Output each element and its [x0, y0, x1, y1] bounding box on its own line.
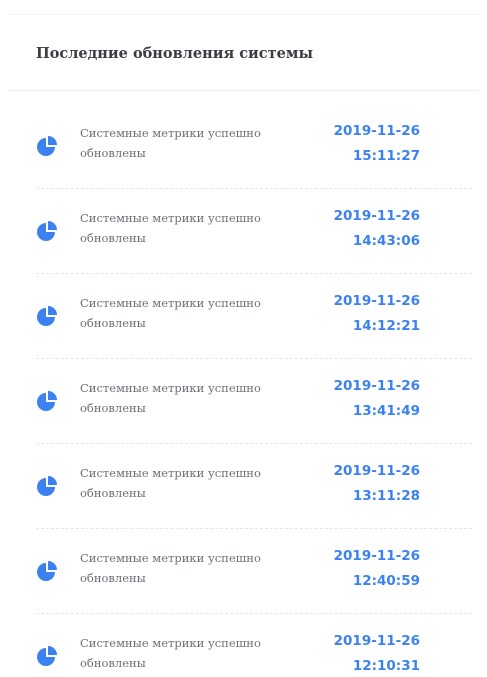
system-updates-card: Последние обновления системы Системные м… — [0, 0, 487, 677]
pie-chart-icon — [36, 444, 70, 497]
update-date: 2019-11-26 — [333, 123, 420, 139]
update-timestamp: 2019-11-26 13:11:28 — [290, 444, 420, 509]
updates-list: Системные метрики успешно обновлены 2019… — [36, 104, 472, 677]
update-time: 15:11:27 — [352, 148, 420, 164]
list-item: Системные метрики успешно обновлены 2019… — [36, 274, 472, 359]
update-timestamp: 2019-11-26 13:41:49 — [290, 359, 420, 424]
update-message: Системные метрики успешно обновлены — [80, 381, 261, 415]
update-message: Системные метрики успешно обновлены — [80, 551, 261, 585]
list-item: Системные метрики успешно обновлены 2019… — [36, 104, 472, 189]
card-header: Последние обновления системы — [36, 38, 313, 68]
update-time: 12:10:31 — [352, 658, 420, 674]
header-divider — [8, 90, 479, 91]
update-date: 2019-11-26 — [333, 463, 420, 479]
update-date: 2019-11-26 — [333, 293, 420, 309]
update-date: 2019-11-26 — [333, 208, 420, 224]
update-message: Системные метрики успешно обновлены — [80, 126, 261, 160]
update-time: 14:12:21 — [352, 318, 420, 334]
update-timestamp: 2019-11-26 14:43:06 — [290, 189, 420, 254]
pie-chart-icon — [36, 189, 70, 242]
pie-chart-icon — [36, 359, 70, 412]
pie-chart-icon — [36, 614, 70, 667]
update-message: Системные метрики успешно обновлены — [80, 466, 261, 500]
update-message: Системные метрики успешно обновлены — [80, 636, 261, 670]
pie-chart-icon — [36, 274, 70, 327]
pie-chart-icon — [36, 529, 70, 582]
card-title: Последние обновления системы — [36, 44, 313, 62]
update-date: 2019-11-26 — [333, 378, 420, 394]
pie-chart-icon — [36, 104, 70, 157]
list-item: Системные метрики успешно обновлены 2019… — [36, 189, 472, 274]
update-time: 12:40:59 — [352, 573, 420, 589]
update-timestamp: 2019-11-26 15:11:27 — [290, 104, 420, 169]
list-item: Системные метрики успешно обновлены 2019… — [36, 444, 472, 529]
update-time: 13:11:28 — [352, 488, 420, 504]
update-message: Системные метрики успешно обновлены — [80, 296, 261, 330]
list-item: Системные метрики успешно обновлены 2019… — [36, 529, 472, 614]
update-message: Системные метрики успешно обновлены — [80, 211, 261, 245]
update-date: 2019-11-26 — [333, 633, 420, 649]
update-timestamp: 2019-11-26 12:10:31 — [290, 614, 420, 677]
update-date: 2019-11-26 — [333, 548, 420, 564]
top-divider — [8, 14, 479, 15]
update-timestamp: 2019-11-26 14:12:21 — [290, 274, 420, 339]
list-item: Системные метрики успешно обновлены 2019… — [36, 614, 472, 677]
update-timestamp: 2019-11-26 12:40:59 — [290, 529, 420, 594]
list-item: Системные метрики успешно обновлены 2019… — [36, 359, 472, 444]
update-time: 13:41:49 — [352, 403, 420, 419]
update-time: 14:43:06 — [352, 233, 420, 249]
